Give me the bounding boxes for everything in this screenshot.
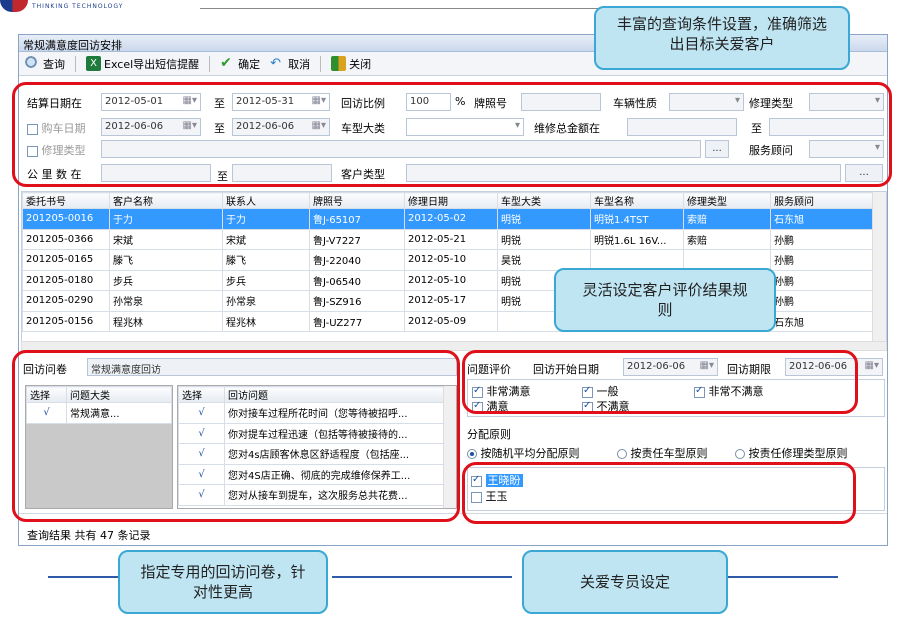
questionnaire-highlight bbox=[12, 350, 460, 522]
column-header[interactable]: 牌照号 bbox=[309, 192, 405, 209]
footer-line-right bbox=[728, 576, 838, 578]
table-cell: 鲁J-22040 bbox=[309, 249, 405, 271]
table-cell: 孙鹏 bbox=[770, 290, 873, 312]
column-header[interactable]: 委托书号 bbox=[22, 192, 110, 209]
allocation-repair-type-radio[interactable] bbox=[735, 449, 745, 459]
table-cell: 明锐1.6L 16V... bbox=[590, 228, 684, 250]
search-icon bbox=[25, 56, 40, 71]
footer-line-left bbox=[48, 576, 128, 578]
cancel-icon: ↶ bbox=[270, 56, 282, 71]
table-cell: 鲁J-V7227 bbox=[309, 228, 405, 250]
allocation-by-model[interactable]: 按责任车型原则 bbox=[617, 445, 708, 461]
toolbar-separator bbox=[320, 55, 322, 72]
table-cell: 于力 bbox=[222, 208, 310, 230]
table-cell: 2012-05-10 bbox=[404, 249, 498, 271]
toolbar-separator bbox=[75, 55, 76, 72]
table-cell: 2012-05-21 bbox=[404, 228, 498, 250]
callout-care-staff: 关爱专员设定 bbox=[522, 550, 728, 614]
close-button[interactable]: 关闭 bbox=[331, 56, 371, 72]
filters-highlight bbox=[12, 82, 892, 187]
table-header-row: 委托书号 客户名称 联系人 牌照号 修理日期 车型大类 车型名称 修理类型 服务顾问 bbox=[22, 192, 873, 209]
table-cell: 步兵 bbox=[109, 269, 223, 291]
table-row[interactable]: 201205-0016 于力 于力 鲁J-65107 2012-05-02 明锐 明锐1.4… bbox=[22, 208, 873, 230]
table-cell: 于力 bbox=[109, 208, 223, 230]
table-row[interactable]: 201205-0366 宋斌 宋斌 鲁J-V7227 2012-05-21 明锐 明锐1.6… bbox=[22, 228, 873, 250]
table-cell: 孙鹏 bbox=[770, 228, 873, 250]
staff-highlight bbox=[462, 462, 856, 524]
table-cell: 201205-0165 bbox=[22, 249, 110, 271]
table-cell: 201205-0156 bbox=[22, 310, 110, 332]
confirm-button[interactable]: ✔ 确定 bbox=[220, 56, 260, 72]
table-cell: 程兆林 bbox=[109, 310, 223, 332]
table-cell: 明锐1.4TST bbox=[590, 208, 684, 230]
table-cell: 201205-0180 bbox=[22, 269, 110, 291]
column-header[interactable]: 服务顾问 bbox=[770, 192, 873, 209]
table-cell: 鲁J-UZ277 bbox=[309, 310, 405, 332]
allocation-label: 分配原则 bbox=[467, 428, 511, 441]
allocation-model-radio[interactable] bbox=[617, 449, 627, 459]
table-cell: 孙鹏 bbox=[770, 249, 873, 271]
callout-questionnaire: 指定专用的回访问卷，针对性更高 bbox=[118, 550, 328, 614]
logo-mark bbox=[0, 0, 28, 12]
table-cell: 步兵 bbox=[222, 269, 310, 291]
query-button[interactable]: 查询 bbox=[25, 56, 65, 72]
table-cell: 石东旭 bbox=[770, 310, 873, 332]
company-logo: THINKING TECHNOLOGY bbox=[0, 0, 200, 12]
table-cell: 201205-0366 bbox=[22, 228, 110, 250]
status-text: 查询结果 共有 47 条记录 bbox=[27, 529, 151, 542]
excel-export-button[interactable]: X Excel导出短信提醒 bbox=[86, 56, 199, 72]
table-cell: 2012-05-10 bbox=[404, 269, 498, 291]
allocation-random[interactable]: 按随机平均分配原则 bbox=[467, 445, 580, 461]
allocation-random-radio[interactable] bbox=[467, 449, 477, 459]
table-cell: 索赔 bbox=[683, 208, 771, 230]
column-header[interactable]: 修理类型 bbox=[683, 192, 771, 209]
evaluation-highlight bbox=[462, 350, 858, 414]
table-cell: 孙常泉 bbox=[109, 290, 223, 312]
toolbar-separator bbox=[209, 55, 211, 72]
allocation-by-repair-type[interactable]: 按责任修理类型原则 bbox=[735, 445, 848, 461]
table-cell: 2012-05-02 bbox=[404, 208, 498, 230]
close-door-icon bbox=[331, 56, 347, 71]
column-header[interactable]: 车型大类 bbox=[497, 192, 591, 209]
table-cell bbox=[590, 249, 684, 271]
table-cell: 昊锐 bbox=[497, 249, 591, 271]
table-cell: 宋斌 bbox=[109, 228, 223, 250]
table-cell: 鲁J-SZ916 bbox=[309, 290, 405, 312]
table-cell: 明锐 bbox=[497, 208, 591, 230]
column-header[interactable]: 联系人 bbox=[222, 192, 310, 209]
table-cell: 明锐 bbox=[497, 228, 591, 250]
table-cell: 孙常泉 bbox=[222, 290, 310, 312]
footer-line-middle bbox=[332, 576, 512, 578]
column-header[interactable]: 车型名称 bbox=[590, 192, 684, 209]
table-cell: 201205-0016 bbox=[22, 208, 110, 230]
logo-text: THINKING TECHNOLOGY bbox=[32, 2, 124, 10]
table-cell: 孙鹏 bbox=[770, 269, 873, 291]
column-header[interactable]: 客户名称 bbox=[109, 192, 223, 209]
table-cell: 宋斌 bbox=[222, 228, 310, 250]
callout-evaluation-rules: 灵活设定客户评价结果规则 bbox=[554, 268, 776, 332]
excel-icon: X bbox=[86, 56, 101, 71]
table-cell: 鲁J-06540 bbox=[309, 269, 405, 291]
table-cell: 滕飞 bbox=[222, 249, 310, 271]
column-header[interactable]: 修理日期 bbox=[404, 192, 498, 209]
table-cell: 2012-05-17 bbox=[404, 290, 498, 312]
table-row[interactable]: 201205-0165 滕飞 滕飞 鲁J-22040 2012-05-10 昊锐 孙鹏 bbox=[22, 249, 873, 271]
table-cell bbox=[683, 249, 771, 271]
table-cell: 鲁J-65107 bbox=[309, 208, 405, 230]
table-cell: 石东旭 bbox=[770, 208, 873, 230]
table-cell: 索赔 bbox=[683, 228, 771, 250]
check-icon: ✔ bbox=[220, 55, 232, 71]
table-vertical-scrollbar[interactable] bbox=[872, 192, 886, 342]
cancel-button[interactable]: ↶ 取消 bbox=[270, 56, 310, 72]
callout-query-conditions: 丰富的查询条件设置，准确筛选出目标关爱客户 bbox=[594, 6, 850, 70]
table-cell: 程兆林 bbox=[222, 310, 310, 332]
table-cell: 201205-0290 bbox=[22, 290, 110, 312]
header-divider bbox=[200, 8, 600, 9]
table-cell: 2012-05-09 bbox=[404, 310, 498, 332]
table-cell: 滕飞 bbox=[109, 249, 223, 271]
